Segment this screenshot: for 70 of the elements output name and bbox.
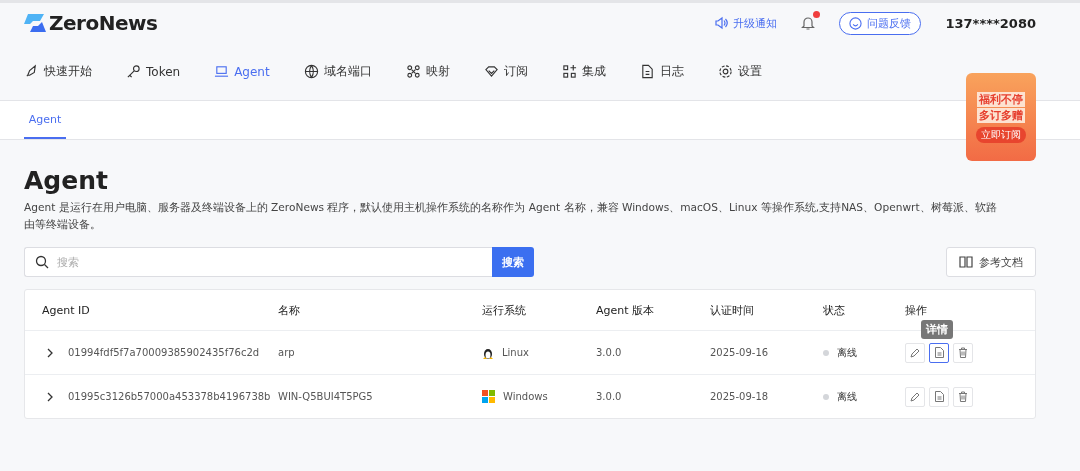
nav-item[interactable]: 设置	[717, 63, 762, 80]
promo-gift-banner[interactable]: 福利不停 多订多赠 立即订阅	[966, 73, 1036, 161]
column-header: Agent 版本	[596, 302, 656, 318]
subscribe-now-button[interactable]: 立即订阅	[976, 126, 1026, 143]
nav-item[interactable]: Agent	[214, 64, 270, 79]
logo-text: ZeroNews	[49, 11, 158, 35]
expand-chevron-icon[interactable]	[46, 391, 54, 402]
doc-icon	[639, 64, 655, 79]
search-field[interactable]: 搜索	[24, 247, 492, 277]
key-icon	[126, 64, 141, 79]
pencil-icon	[910, 391, 920, 402]
column-header: 操作	[905, 302, 928, 318]
nav-item[interactable]: 集成	[561, 63, 606, 80]
document-icon	[934, 391, 944, 402]
table-cell: Windows	[503, 391, 548, 402]
table-cell-text: 3.0.0	[596, 391, 623, 402]
docs-button[interactable]: 参考文档	[946, 247, 1036, 277]
edit-button[interactable]	[905, 386, 925, 407]
promo-text: 多订多赠	[977, 107, 1025, 123]
book-icon	[959, 256, 973, 268]
table-cell-text: WIN-Q5BUI4T5PG5	[278, 391, 374, 402]
nav-item[interactable]: 映射	[405, 63, 450, 80]
bell-icon[interactable]	[801, 15, 816, 31]
nav-item[interactable]: 日志	[639, 63, 684, 80]
smile-icon	[849, 16, 863, 30]
delete-button[interactable]	[953, 386, 973, 407]
search-button[interactable]: 搜索	[492, 247, 534, 277]
table-cell-text: arp	[278, 347, 296, 358]
nodes-icon	[405, 64, 421, 79]
delete-button[interactable]	[953, 342, 973, 363]
nav-item[interactable]: 订阅	[483, 63, 528, 80]
windows-logo-icon	[482, 390, 495, 403]
laptop-icon	[214, 64, 230, 79]
sub-tab[interactable]: Agent	[24, 101, 66, 139]
document-icon	[934, 347, 944, 358]
column-header: Agent ID	[41, 303, 91, 317]
details-button[interactable]	[929, 386, 949, 407]
nav-item[interactable]: Token	[126, 64, 181, 79]
edit-button[interactable]	[905, 342, 925, 363]
column-header: 认证时间	[710, 302, 755, 318]
nav-item[interactable]: 快速开始	[24, 63, 92, 80]
trash-icon	[958, 347, 968, 358]
nav-item[interactable]: 域名端口	[303, 63, 372, 80]
speaker-icon	[714, 16, 729, 30]
status-label: 离线	[837, 389, 857, 404]
page-description: Agent 是运行在用户电脑、服务器及终端设备上的 ZeroNews 程序，默认使用主机操作系统的名称作为 Agent 名称，兼容 Windows、macOS、Linux 等操作系统,支持NAS、Openwrt、树莓派、软路由等终端设备。	[24, 200, 998, 232]
trash-icon	[958, 391, 968, 402]
gear-icon	[717, 64, 733, 79]
expand-chevron-icon[interactable]	[46, 347, 54, 358]
globe-icon	[303, 64, 319, 79]
table-cell-text: 3.0.0	[596, 347, 623, 358]
table-cell-text: 2025-09-18	[710, 391, 770, 402]
tooltip: 详情	[921, 319, 953, 339]
agent-id: 01995c3126b57000a453378b4196738b	[68, 391, 271, 402]
promo-text: 福利不停	[977, 91, 1025, 107]
diamond-icon	[483, 64, 499, 79]
agent-id: 01994fdf5f7a70009385902435f76c2d	[68, 347, 260, 358]
page-title: Agent	[24, 166, 109, 195]
grid-icon	[561, 64, 577, 79]
user-phone[interactable]: 137****2080	[945, 15, 1036, 31]
logo-icon	[24, 14, 46, 32]
column-header: 状态	[823, 302, 846, 318]
pencil-icon	[910, 347, 920, 358]
table-cell-text: 2025-09-16	[710, 347, 770, 358]
table-cell: Linux	[502, 347, 529, 358]
upgrade-notice-link[interactable]: 升级通知	[714, 15, 778, 31]
status-label: 离线	[837, 345, 857, 360]
column-header: 运行系统	[482, 302, 527, 318]
feedback-button[interactable]: 问题反馈	[839, 11, 922, 35]
column-header: 名称	[278, 302, 301, 318]
